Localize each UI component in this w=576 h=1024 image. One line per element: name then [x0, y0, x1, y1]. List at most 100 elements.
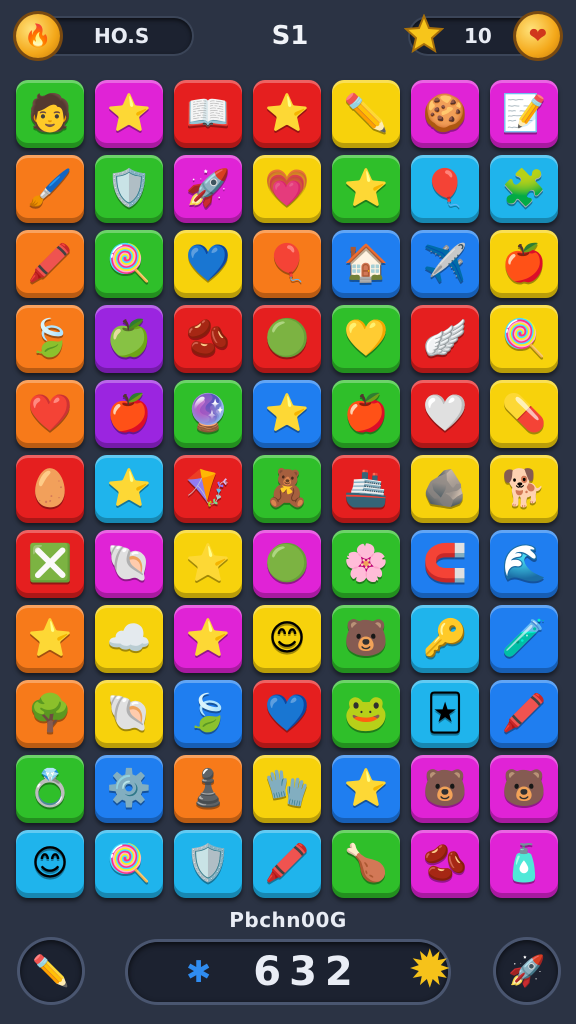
leaf-icon: 🍃	[185, 693, 231, 734]
tile-apple[interactable]: 🍎	[95, 380, 163, 448]
tile-bottle[interactable]: 🧴	[490, 830, 558, 898]
kite-icon: 🪁	[185, 468, 231, 509]
tile-orb[interactable]: 🔮	[174, 380, 242, 448]
tile-bean[interactable]: 🫘	[411, 830, 479, 898]
tile-shield[interactable]: 🛡️	[174, 830, 242, 898]
tile-cross[interactable]: ❎	[16, 530, 84, 598]
heart-icon: 💛	[343, 318, 389, 359]
tile-star[interactable]: ⭐	[253, 80, 321, 148]
tile-blob-face[interactable]: 🟢	[253, 530, 321, 598]
blob-face-icon: 🟢	[264, 318, 310, 359]
tile-animal[interactable]: 🐕	[490, 455, 558, 523]
tile-boy-face[interactable]: 🧑	[16, 80, 84, 148]
rocket-icon: 🚀	[185, 168, 231, 209]
tile-heart[interactable]: 💛	[332, 305, 400, 373]
tile-star-card[interactable]: ⭐	[253, 380, 321, 448]
tile-apple[interactable]: 🍎	[332, 380, 400, 448]
tile-tree[interactable]: 🌳	[16, 680, 84, 748]
tile-pill[interactable]: 💊	[490, 380, 558, 448]
toys-icon: 🧸	[264, 468, 310, 509]
star-icon: ⭐	[106, 468, 152, 509]
tile-star[interactable]: ⭐	[332, 155, 400, 223]
star-card-icon: ⭐	[264, 393, 310, 434]
tile-star[interactable]: ⭐	[174, 530, 242, 598]
tile-apple[interactable]: 🍏	[95, 305, 163, 373]
tile-blob-face[interactable]: 🟢	[253, 305, 321, 373]
rocket-button[interactable]: 🚀	[496, 940, 558, 1002]
tile-paint-tube[interactable]: 🖌️	[16, 155, 84, 223]
pencil-icon: ✏️	[32, 953, 70, 989]
tile-lollipop[interactable]: 🍭	[95, 830, 163, 898]
tile-star[interactable]: ⭐	[174, 605, 242, 673]
tile-card[interactable]: 🃏	[411, 680, 479, 748]
tile-badge[interactable]: 🛡️	[95, 155, 163, 223]
tile-cloud[interactable]: ☁️	[95, 605, 163, 673]
pencil-card-icon: ✏️	[343, 93, 389, 134]
tile-crayon[interactable]: 🖍️	[16, 230, 84, 298]
tile-smiley[interactable]: 😊	[16, 830, 84, 898]
tile-balloon[interactable]: 🎈	[253, 230, 321, 298]
tile-balloon[interactable]: 🎈	[411, 155, 479, 223]
tile-star[interactable]: ⭐	[95, 80, 163, 148]
heart-icon: 💙	[264, 693, 310, 734]
tile-chess-piece[interactable]: ♟️	[174, 755, 242, 823]
tile-heart[interactable]: 💗	[253, 155, 321, 223]
tile-boat[interactable]: 🚢	[332, 455, 400, 523]
fire-coin-icon[interactable]: 🔥	[16, 14, 60, 58]
tile-heart[interactable]: 💙	[253, 680, 321, 748]
smiley-icon: 😊	[31, 843, 69, 884]
tile-lollipop[interactable]: 🍭	[490, 305, 558, 373]
tile-wave[interactable]: 🌊	[490, 530, 558, 598]
cross-icon: ❎	[27, 543, 73, 584]
tile-rocket[interactable]: 🚀	[174, 155, 242, 223]
tile-glove[interactable]: 🧤	[253, 755, 321, 823]
tile-apple[interactable]: 🍎	[490, 230, 558, 298]
tile-toys[interactable]: 🧸	[253, 455, 321, 523]
tile-shell[interactable]: 🐚	[95, 530, 163, 598]
tile-bean[interactable]: 🥚	[16, 455, 84, 523]
tile-frog-face[interactable]: 🐸	[332, 680, 400, 748]
tile-star[interactable]: ⭐	[16, 605, 84, 673]
tile-leaf[interactable]: 🍃	[174, 680, 242, 748]
tile-chicken-leg[interactable]: 🍗	[332, 830, 400, 898]
tile-crayon[interactable]: 🖍️	[490, 680, 558, 748]
tile-kite[interactable]: 🪁	[174, 455, 242, 523]
tile-ring[interactable]: 💍	[16, 755, 84, 823]
bear-face-icon: 🐻	[501, 768, 547, 809]
flower-icon: 🌸	[343, 543, 389, 584]
tile-cookie-face[interactable]: 🍪	[411, 80, 479, 148]
tile-bear-face[interactable]: 🐻	[411, 755, 479, 823]
tile-heart[interactable]: 🤍	[411, 380, 479, 448]
tile-lollipop[interactable]: 🍭	[95, 230, 163, 298]
tile-bear-face[interactable]: 🐻	[332, 605, 400, 673]
sun-icon[interactable]: ✹	[408, 942, 452, 998]
tile-book[interactable]: 📖	[174, 80, 242, 148]
tile-heart[interactable]: ❤️	[16, 380, 84, 448]
tile-puzzle[interactable]: 🧩	[490, 155, 558, 223]
tile-leaf[interactable]: 🍃	[16, 305, 84, 373]
tile-shell[interactable]: 🐚	[95, 680, 163, 748]
tile-blob-face[interactable]: 😊	[253, 605, 321, 673]
tile-house[interactable]: 🏠	[332, 230, 400, 298]
tile-key[interactable]: 🔑	[411, 605, 479, 673]
tile-star[interactable]: ⭐	[95, 455, 163, 523]
tile-bottle[interactable]: 🧪	[490, 605, 558, 673]
tile-crayon[interactable]: 🖍️	[253, 830, 321, 898]
heart-coin-icon[interactable]: ❤	[516, 14, 560, 58]
tile-stone[interactable]: 🪨	[411, 455, 479, 523]
tile-starfish[interactable]: ⭐	[332, 755, 400, 823]
tile-notebook[interactable]: 📝	[490, 80, 558, 148]
tile-magnet[interactable]: 🧲	[411, 530, 479, 598]
tile-pencil-card[interactable]: ✏️	[332, 80, 400, 148]
tile-bear-face[interactable]: 🐻	[490, 755, 558, 823]
bear-face-icon: 🐻	[422, 768, 468, 809]
tree-icon: 🌳	[27, 693, 73, 734]
tile-flower[interactable]: 🌸	[332, 530, 400, 598]
tile-wing[interactable]: 🪽	[411, 305, 479, 373]
tile-airplane[interactable]: ✈️	[411, 230, 479, 298]
crayon-icon: 🖍️	[264, 843, 310, 884]
tile-bean[interactable]: 🫘	[174, 305, 242, 373]
tile-heart[interactable]: 💙	[174, 230, 242, 298]
tile-gear[interactable]: ⚙️	[95, 755, 163, 823]
pencil-button[interactable]: ✏️	[20, 940, 82, 1002]
